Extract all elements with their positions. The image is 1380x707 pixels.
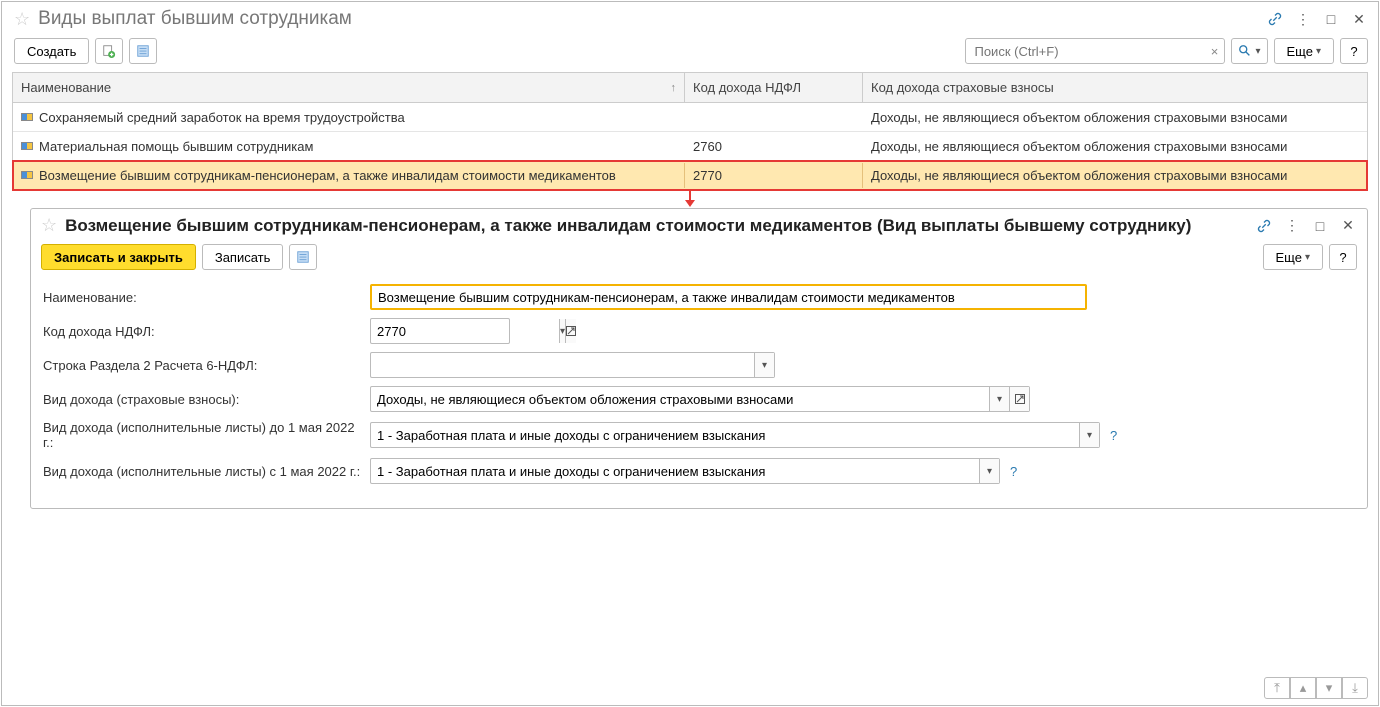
main-window: ☆ Виды выплат бывшим сотрудникам ⋮ □ ✕ С… (1, 1, 1379, 706)
field-row-ins: Вид дохода (страховые взносы): ▾ (31, 382, 1367, 416)
main-toolbar: Создать × Еще ? (2, 34, 1378, 72)
field-row-exec-before: Вид дохода (исполнительные листы) до 1 м… (31, 416, 1367, 454)
detail-window: ☆ Возмещение бывшим сотрудникам-пенсионе… (30, 208, 1368, 509)
ndfl-input-wrap: ▾ (370, 318, 510, 344)
save-and-close-button[interactable]: Записать и закрыть (41, 244, 196, 270)
more-button[interactable]: Еще (1263, 244, 1323, 270)
table-row[interactable]: Сохраняемый средний заработок на время т… (13, 103, 1367, 132)
nav-last-icon[interactable]: ⤓ (1342, 677, 1368, 699)
nav-down-icon[interactable]: ▾ (1316, 677, 1342, 699)
cell-name: Материальная помощь бывшим сотрудникам (39, 139, 313, 154)
field-row-name: Наименование: (31, 280, 1367, 314)
th-ndfl[interactable]: Код дохода НДФЛ (685, 73, 863, 102)
search-clear-icon[interactable]: × (1204, 44, 1224, 59)
maximize-icon[interactable]: □ (1322, 10, 1340, 28)
title-controls: ⋮ □ ✕ (1266, 10, 1368, 28)
table-body: Сохраняемый средний заработок на время т… (13, 103, 1367, 190)
cell-name: Сохраняемый средний заработок на время т… (39, 110, 405, 125)
cell-ndfl: 2770 (685, 163, 863, 188)
dropdown-arrow-icon[interactable]: ▾ (754, 353, 774, 377)
create-button[interactable]: Создать (14, 38, 89, 64)
dropdown-arrow-icon[interactable]: ▾ (979, 459, 999, 483)
detail-toolbar: Записать и закрыть Записать Еще ? (31, 240, 1367, 280)
detail-title-bar: ☆ Возмещение бывшим сотрудникам-пенсионе… (31, 209, 1367, 240)
link-icon[interactable] (1255, 217, 1273, 235)
open-ref-icon[interactable] (1009, 387, 1029, 411)
field-help-icon[interactable]: ? (1010, 464, 1017, 479)
help-button[interactable]: ? (1340, 38, 1368, 64)
exec-after-input[interactable] (371, 459, 979, 483)
dropdown-arrow-icon[interactable]: ▾ (1079, 423, 1099, 447)
section2-input-wrap: ▾ (370, 352, 775, 378)
nav-up-icon[interactable]: ▴ (1290, 677, 1316, 699)
field-row-exec-after: Вид дохода (исполнительные листы) с 1 ма… (31, 454, 1367, 488)
nav-first-icon[interactable]: ⤒ (1264, 677, 1290, 699)
table-row[interactable]: Материальная помощь бывшим сотрудникам 2… (13, 132, 1367, 161)
table-row-selected[interactable]: Возмещение бывшим сотрудникам-пенсионера… (13, 161, 1367, 190)
close-icon[interactable]: ✕ (1350, 10, 1368, 28)
exec-after-input-wrap: ▾ (370, 458, 1000, 484)
exec-before-input-wrap: ▾ (370, 422, 1100, 448)
section2-input[interactable] (371, 353, 754, 377)
favorite-star-icon[interactable]: ☆ (41, 215, 57, 236)
callout-arrow-icon (2, 190, 1378, 207)
save-button[interactable]: Записать (202, 244, 284, 270)
ins-input[interactable] (371, 387, 989, 411)
cell-ins: Доходы, не являющиеся объектом обложения… (863, 134, 1367, 159)
th-name-label: Наименование (21, 80, 111, 95)
open-ref-icon[interactable] (565, 319, 576, 343)
cell-ndfl: 2760 (685, 134, 863, 159)
name-input[interactable] (372, 286, 1085, 308)
more-button[interactable]: Еще (1274, 38, 1334, 64)
kebab-menu-icon[interactable]: ⋮ (1294, 10, 1312, 28)
copy-new-button[interactable] (95, 38, 123, 64)
th-ins[interactable]: Код дохода страховые взносы (863, 73, 1367, 102)
footer-nav: ⤒ ▴ ▾ ⤓ (1264, 677, 1368, 699)
field-help-icon[interactable]: ? (1110, 428, 1117, 443)
cell-name: Возмещение бывшим сотрудникам-пенсионера… (39, 168, 616, 183)
row-type-icon (21, 171, 33, 179)
sort-asc-icon: ↑ (671, 82, 677, 94)
ins-input-wrap: ▾ (370, 386, 1030, 412)
search-dropdown-button[interactable] (1231, 38, 1267, 64)
ins-label: Вид дохода (страховые взносы): (41, 392, 366, 407)
dropdown-arrow-icon[interactable]: ▾ (989, 387, 1009, 411)
row-type-icon (21, 113, 33, 121)
exec-before-label: Вид дохода (исполнительные листы) до 1 м… (41, 420, 366, 450)
name-label: Наименование: (41, 290, 366, 305)
help-button[interactable]: ? (1329, 244, 1357, 270)
detail-title-controls: ⋮ □ ✕ (1255, 217, 1357, 235)
ndfl-label: Код дохода НДФЛ: (41, 324, 366, 339)
detail-title: Возмещение бывшим сотрудникам-пенсионера… (65, 216, 1247, 236)
favorite-star-icon[interactable]: ☆ (14, 9, 30, 30)
th-name[interactable]: Наименование ↑ (13, 73, 685, 102)
ndfl-input[interactable] (371, 319, 559, 343)
table-header: Наименование ↑ Код дохода НДФЛ Код доход… (13, 73, 1367, 103)
exec-before-input[interactable] (371, 423, 1079, 447)
section2-label: Строка Раздела 2 Расчета 6-НДФЛ: (41, 358, 366, 373)
search-input[interactable] (966, 44, 1204, 59)
kebab-menu-icon[interactable]: ⋮ (1283, 217, 1301, 235)
cell-ndfl (685, 112, 863, 122)
cell-ins: Доходы, не являющиеся объектом обложения… (863, 163, 1367, 188)
cell-ins: Доходы, не являющиеся объектом обложения… (863, 105, 1367, 130)
field-row-section2: Строка Раздела 2 Расчета 6-НДФЛ: ▾ (31, 348, 1367, 382)
window-title: Виды выплат бывшим сотрудникам (38, 8, 1258, 30)
row-type-icon (21, 142, 33, 150)
close-icon[interactable]: ✕ (1339, 217, 1357, 235)
link-icon[interactable] (1266, 10, 1284, 28)
maximize-icon[interactable]: □ (1311, 217, 1329, 235)
list-button[interactable] (129, 38, 157, 64)
payments-table: Наименование ↑ Код дохода НДФЛ Код доход… (12, 72, 1368, 191)
list-button[interactable] (289, 244, 317, 270)
field-row-ndfl: Код дохода НДФЛ: ▾ (31, 314, 1367, 348)
exec-after-label: Вид дохода (исполнительные листы) с 1 ма… (41, 464, 366, 479)
main-title-bar: ☆ Виды выплат бывшим сотрудникам ⋮ □ ✕ (2, 2, 1378, 34)
search-input-wrap: × (965, 38, 1225, 64)
name-input-wrap (370, 284, 1087, 310)
